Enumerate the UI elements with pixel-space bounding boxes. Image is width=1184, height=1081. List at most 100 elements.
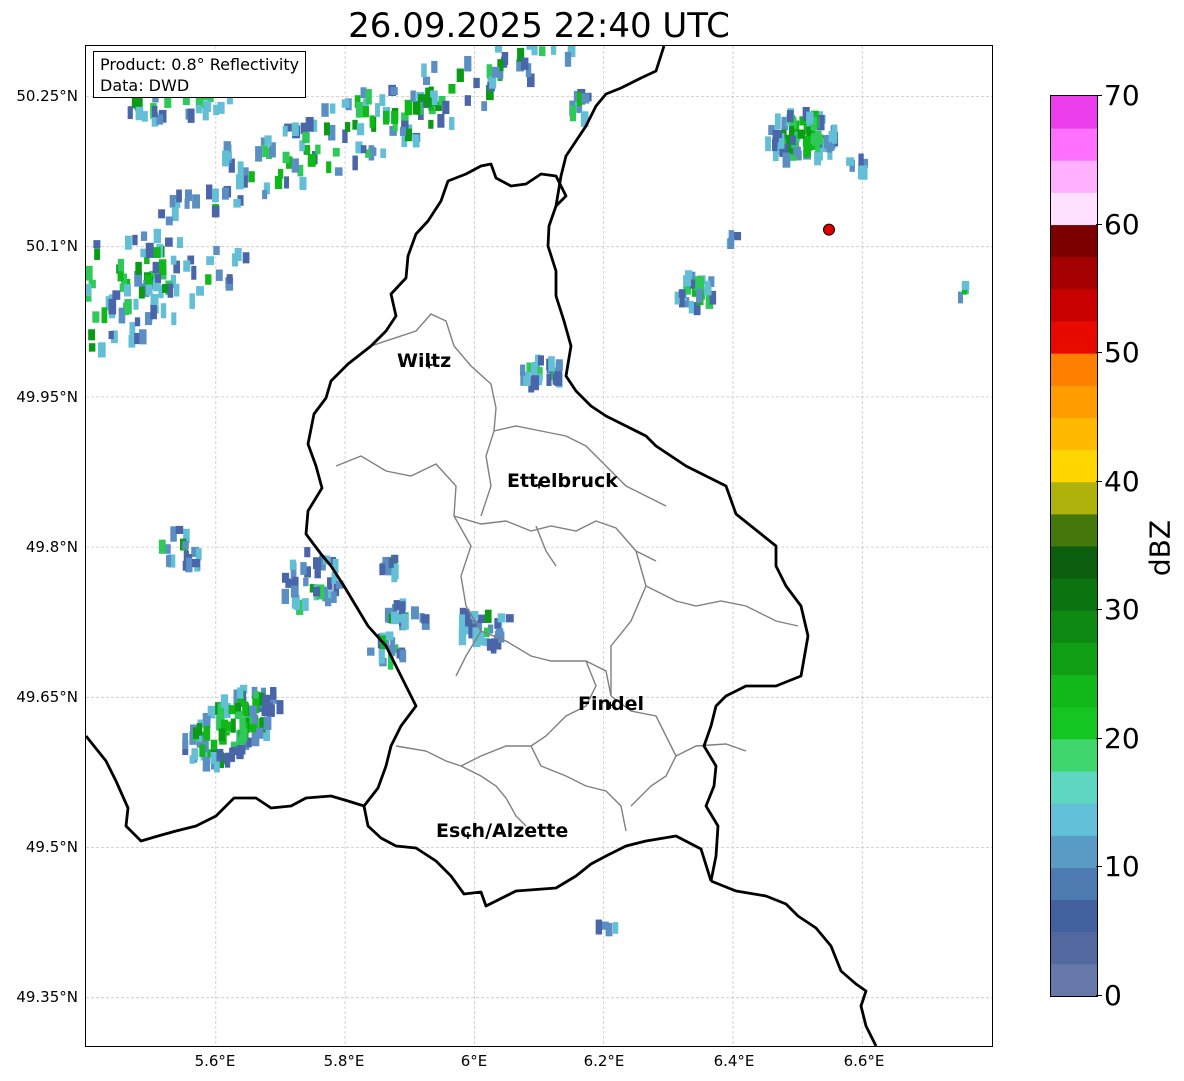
colorbar-segment — [1051, 835, 1097, 868]
echo-pixel — [390, 87, 398, 96]
echo-pixel — [176, 189, 182, 203]
echo-pixel — [140, 231, 148, 241]
echo-pixel — [153, 228, 162, 244]
echo-pixel — [166, 555, 172, 567]
echo-pixel — [195, 105, 203, 114]
echo-pixel — [832, 128, 838, 144]
echo-pixel — [182, 733, 189, 750]
radar-map[interactable] — [85, 45, 993, 1047]
echo-pixel — [192, 727, 200, 740]
echo-pixel — [355, 101, 363, 118]
colorbar-segment — [1051, 224, 1097, 258]
echo-pixel — [383, 110, 390, 125]
echo-pixel — [728, 230, 735, 241]
echo-pixel — [256, 727, 264, 739]
echo-pixel — [786, 110, 794, 123]
echo-pixel — [391, 110, 399, 124]
echo-pixel — [576, 92, 583, 107]
echo-pixel — [226, 274, 233, 284]
echo-pixel — [458, 614, 466, 630]
colorbar — [1050, 95, 1098, 997]
colorbar-segment — [1051, 321, 1097, 354]
colorbar-tick-label: 30 — [1104, 593, 1140, 626]
echo-pixel — [548, 356, 555, 372]
echo-pixel — [803, 142, 811, 158]
echo-pixel — [222, 150, 230, 167]
echo-pixel — [365, 89, 372, 105]
echo-pixel — [806, 111, 814, 125]
x-tick-label: 6.4°E — [713, 1052, 755, 1070]
echo-pixel — [428, 119, 434, 129]
echo-pixel — [93, 240, 101, 249]
echo-pixel — [281, 588, 290, 604]
colorbar-segment — [1051, 931, 1097, 965]
echo-pixel — [152, 105, 158, 118]
x-tick-label: 6°E — [460, 1052, 488, 1070]
echo-pixel — [961, 280, 970, 290]
echo-pixel — [236, 687, 244, 699]
echo-pixel — [284, 176, 290, 189]
echo-pixel — [255, 146, 263, 162]
echo-pixel — [304, 547, 311, 558]
echo-pixel — [546, 373, 552, 386]
echo-pixel — [352, 155, 358, 171]
echo-pixel — [237, 161, 244, 175]
echo-pixel — [334, 167, 343, 176]
echo-pixel — [505, 614, 514, 623]
echo-pixel — [530, 375, 539, 386]
y-tick-label: 49.8°N — [25, 538, 78, 556]
echo-pixel — [182, 540, 189, 550]
echo-pixel — [326, 161, 332, 174]
echo-pixel — [431, 60, 438, 73]
echo-pixel — [477, 614, 486, 624]
colorbar-segment — [1051, 771, 1097, 804]
echo-pixel — [160, 303, 167, 319]
echo-pixel — [321, 103, 329, 117]
colorbar-tick-label: 10 — [1104, 850, 1140, 883]
echo-pixel — [155, 273, 162, 283]
echo-pixel — [378, 649, 385, 664]
echo-pixel — [324, 598, 332, 607]
echo-pixel — [380, 148, 387, 159]
echo-pixel — [314, 563, 321, 579]
echo-pixel — [765, 136, 771, 152]
echo-pixel — [282, 151, 290, 164]
echo-pixel — [361, 105, 369, 118]
city-label-findel: Findel — [578, 693, 645, 715]
echo-pixel — [108, 298, 117, 315]
echo-pixel — [150, 293, 159, 305]
echo-pixel — [262, 190, 268, 200]
echo-pixel — [581, 93, 590, 104]
colorbar-segment — [1051, 449, 1097, 483]
echo-pixel — [307, 154, 316, 167]
echo-pixel — [315, 144, 321, 155]
echo-pixel — [379, 94, 386, 106]
colorbar-tick-label: 20 — [1104, 722, 1140, 755]
echo-pixel — [484, 609, 492, 623]
echo-pixel — [139, 329, 147, 345]
echo-pixel — [423, 76, 431, 86]
echo-pixel — [88, 329, 96, 341]
echo-pixel — [291, 122, 299, 137]
echo-pixel — [497, 613, 506, 623]
colorbar-segment — [1051, 963, 1097, 996]
colorbar-segment — [1051, 385, 1097, 418]
city-label-esch-alzette: Esch/Alzette — [436, 820, 569, 842]
echo-pixel — [175, 525, 184, 534]
echo-pixel — [240, 743, 246, 755]
echo-pixel — [859, 165, 868, 180]
echo-pixel — [498, 631, 505, 643]
echo-pixel — [360, 145, 367, 154]
echo-pixel — [303, 577, 309, 587]
echo-pixel — [224, 721, 232, 732]
echo-pixel — [302, 131, 310, 144]
echo-pixel — [206, 256, 215, 266]
echo-pixel — [526, 362, 532, 374]
echo-pixel — [531, 362, 538, 377]
colorbar-tick-label: 50 — [1104, 336, 1140, 369]
echo-pixel — [152, 261, 161, 274]
echo-pixel — [678, 289, 686, 298]
colorbar-segment — [1051, 578, 1097, 611]
echo-pixel — [140, 248, 147, 258]
echo-pixel — [127, 106, 133, 120]
